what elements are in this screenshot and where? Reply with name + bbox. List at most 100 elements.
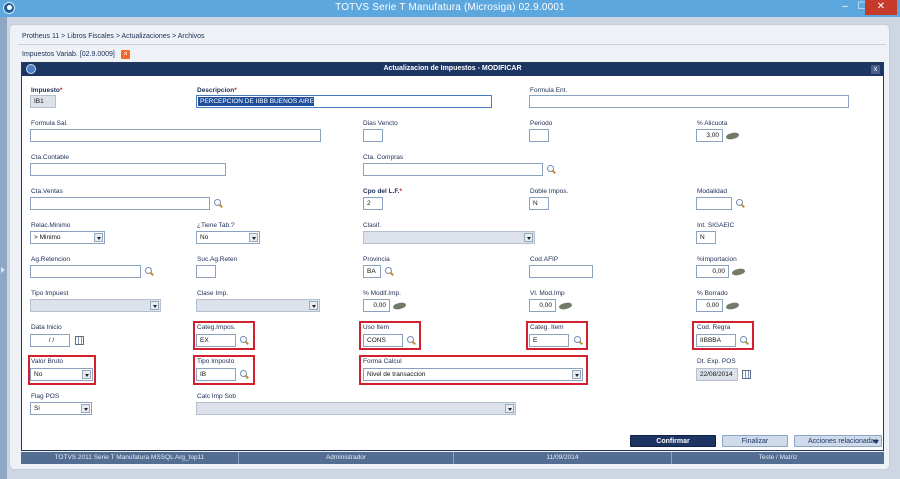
vl-mod-imp-field[interactable]: 0,00 [529, 299, 556, 312]
calendar-icon[interactable] [75, 336, 84, 345]
chevron-down-icon [524, 233, 533, 242]
importacion-field[interactable]: 0,00 [696, 265, 729, 278]
int-sigaeic-label: Int. SIGAEIC [697, 222, 735, 229]
clase-imp-select[interactable] [196, 299, 320, 312]
importacion-label: %Importacion [697, 256, 737, 263]
modif-imp-field[interactable]: 0,00 [363, 299, 390, 312]
tipo-impuest-label: Tipo Impuest [31, 290, 69, 297]
periodo-field[interactable] [529, 129, 549, 142]
valor-bruto-value: No [34, 371, 43, 378]
categ-impos-label: Categ.Impos. [197, 324, 236, 331]
confirmar-button[interactable]: Confirmar [630, 435, 716, 447]
relac-minimo-value: > Minimo [34, 234, 61, 241]
modalidad-field[interactable] [696, 197, 732, 210]
search-icon[interactable] [740, 336, 749, 345]
doble-impos-label: Doble Impos. [530, 188, 569, 195]
impuesto-field[interactable]: IB1 [30, 95, 56, 108]
calendar-icon[interactable] [742, 370, 751, 379]
ag-retencion-field[interactable] [30, 265, 141, 278]
categ-item-field[interactable]: E [529, 334, 569, 347]
cta-ventas-label: Cta.Ventas [31, 188, 63, 195]
flag-pos-select[interactable]: Si [30, 402, 92, 415]
finalizar-button[interactable]: Finalizar [722, 435, 788, 447]
tiene-tab-label: ¿Tiene Tab.? [197, 222, 235, 229]
modif-imp-label: % Modif.Imp. [363, 290, 401, 297]
status-company: Teste / Matriz [758, 454, 798, 461]
cta-compras-label: Cta. Compras [363, 154, 404, 161]
update-taxes-dialog: Actualizacion de Impuestos - MODIFICAR x [21, 62, 884, 451]
chevron-down-icon [249, 233, 258, 242]
search-icon[interactable] [214, 199, 223, 208]
provincia-label: Provincia [363, 256, 390, 263]
search-icon[interactable] [736, 199, 745, 208]
uso-item-field[interactable]: CONS [363, 334, 403, 347]
suc-ag-reten-field[interactable] [196, 265, 216, 278]
search-icon[interactable] [240, 370, 249, 379]
doble-impos-field[interactable]: N [529, 197, 549, 210]
dialog-close-button[interactable]: x [871, 65, 880, 74]
dias-vencto-field[interactable] [363, 129, 383, 142]
cta-compras-field[interactable] [363, 163, 543, 176]
flag-pos-value: Si [34, 405, 40, 412]
status-date: 11/09/2014 [454, 452, 672, 464]
impuesto-label: Impuesto* [31, 87, 63, 94]
suc-ag-reten-label: Suc.Ag.Reten [197, 256, 238, 263]
forma-calcul-label: Forma Calcul [363, 358, 402, 365]
breadcrumb-divider [18, 44, 886, 45]
cod-regra-field[interactable]: IIBBBA [696, 334, 736, 347]
cod-afip-label: Cod.AFIP [530, 256, 559, 263]
close-window-button[interactable]: ✕ [865, 0, 897, 15]
tiene-tab-select[interactable]: No [196, 231, 260, 244]
data-inicio-field[interactable]: / / [30, 334, 70, 347]
forma-calcul-select[interactable]: Nivel de transaccion [363, 368, 583, 381]
search-icon[interactable] [145, 267, 154, 276]
alicuota-label: % Alicuota [697, 120, 728, 127]
action-bar: Confirmar Finalizar Acciones relacionada… [22, 435, 883, 449]
int-sigaeic-field[interactable]: N [696, 231, 716, 244]
alicuota-field[interactable]: 3,00 [696, 129, 723, 142]
search-icon[interactable] [385, 267, 394, 276]
relac-minimo-label: Relac.Minimo [31, 222, 71, 229]
chevron-down-icon [309, 301, 318, 310]
search-icon[interactable] [240, 336, 249, 345]
descripcion-field[interactable]: PERCEPCION DE IIBB BUENOS AIRE [196, 95, 492, 108]
cpo-lf-label: Cpo del L.F.* [363, 188, 403, 195]
cpo-lf-field[interactable]: 2 [363, 197, 383, 210]
valor-bruto-select[interactable]: No [30, 368, 93, 381]
periodo-label: Periodo [530, 120, 553, 127]
formula-ent-field[interactable] [529, 95, 849, 108]
provincia-field[interactable]: BA [363, 265, 381, 278]
cta-contable-field[interactable] [30, 163, 226, 176]
clasif-select[interactable] [363, 231, 535, 244]
acciones-relacionadas-button[interactable]: Acciones relacionadas [794, 435, 882, 447]
breadcrumb[interactable]: Protheus 11 > Libros Fiscales > Actualiz… [22, 33, 205, 40]
calc-imp-sob-select[interactable] [196, 402, 516, 415]
chevron-down-icon [81, 404, 90, 413]
ag-retencion-label: Ag.Retencion [31, 256, 71, 263]
borrado-field[interactable]: 0,00 [696, 299, 723, 312]
formula-sal-field[interactable] [30, 129, 321, 142]
status-environment: TOTVS 2011 Serie T Manufatura MSSQL Arg_… [21, 452, 239, 464]
tipo-impuest-select[interactable] [30, 299, 161, 312]
dialog-title: Actualizacion de Impuestos - MODIFICAR [383, 65, 522, 72]
search-icon[interactable] [547, 165, 556, 174]
search-icon[interactable] [574, 336, 583, 345]
forma-calcul-value: Nivel de transaccion [367, 371, 426, 378]
tab-impuestos-variab[interactable]: Impuestos Variab. [02.9.0009] [22, 51, 115, 58]
dialog-titlebar: Actualizacion de Impuestos - MODIFICAR x [22, 63, 883, 76]
tab-close-icon[interactable]: × [121, 50, 130, 59]
relac-minimo-select[interactable]: > Minimo [30, 231, 105, 244]
tipo-imposto-field[interactable]: IB [196, 368, 236, 381]
side-collapse-strip[interactable] [0, 17, 7, 479]
cod-afip-field[interactable] [529, 265, 593, 278]
window-title: TOTVS Serie T Manufatura (Microsiga) 02.… [335, 2, 565, 13]
formula-sal-label: Formula Sal. [31, 120, 68, 127]
dt-exp-pos-field[interactable]: 22/08/2014 [696, 368, 738, 381]
chevron-down-icon [94, 233, 103, 242]
valor-bruto-label: Valor Bruto [31, 358, 64, 365]
window-titlebar: TOTVS Serie T Manufatura (Microsiga) 02.… [0, 0, 900, 17]
cta-ventas-field[interactable] [30, 197, 210, 210]
search-icon[interactable] [407, 336, 416, 345]
status-bar: TOTVS 2011 Serie T Manufatura MSSQL Arg_… [21, 452, 884, 464]
categ-impos-field[interactable]: EX [196, 334, 236, 347]
